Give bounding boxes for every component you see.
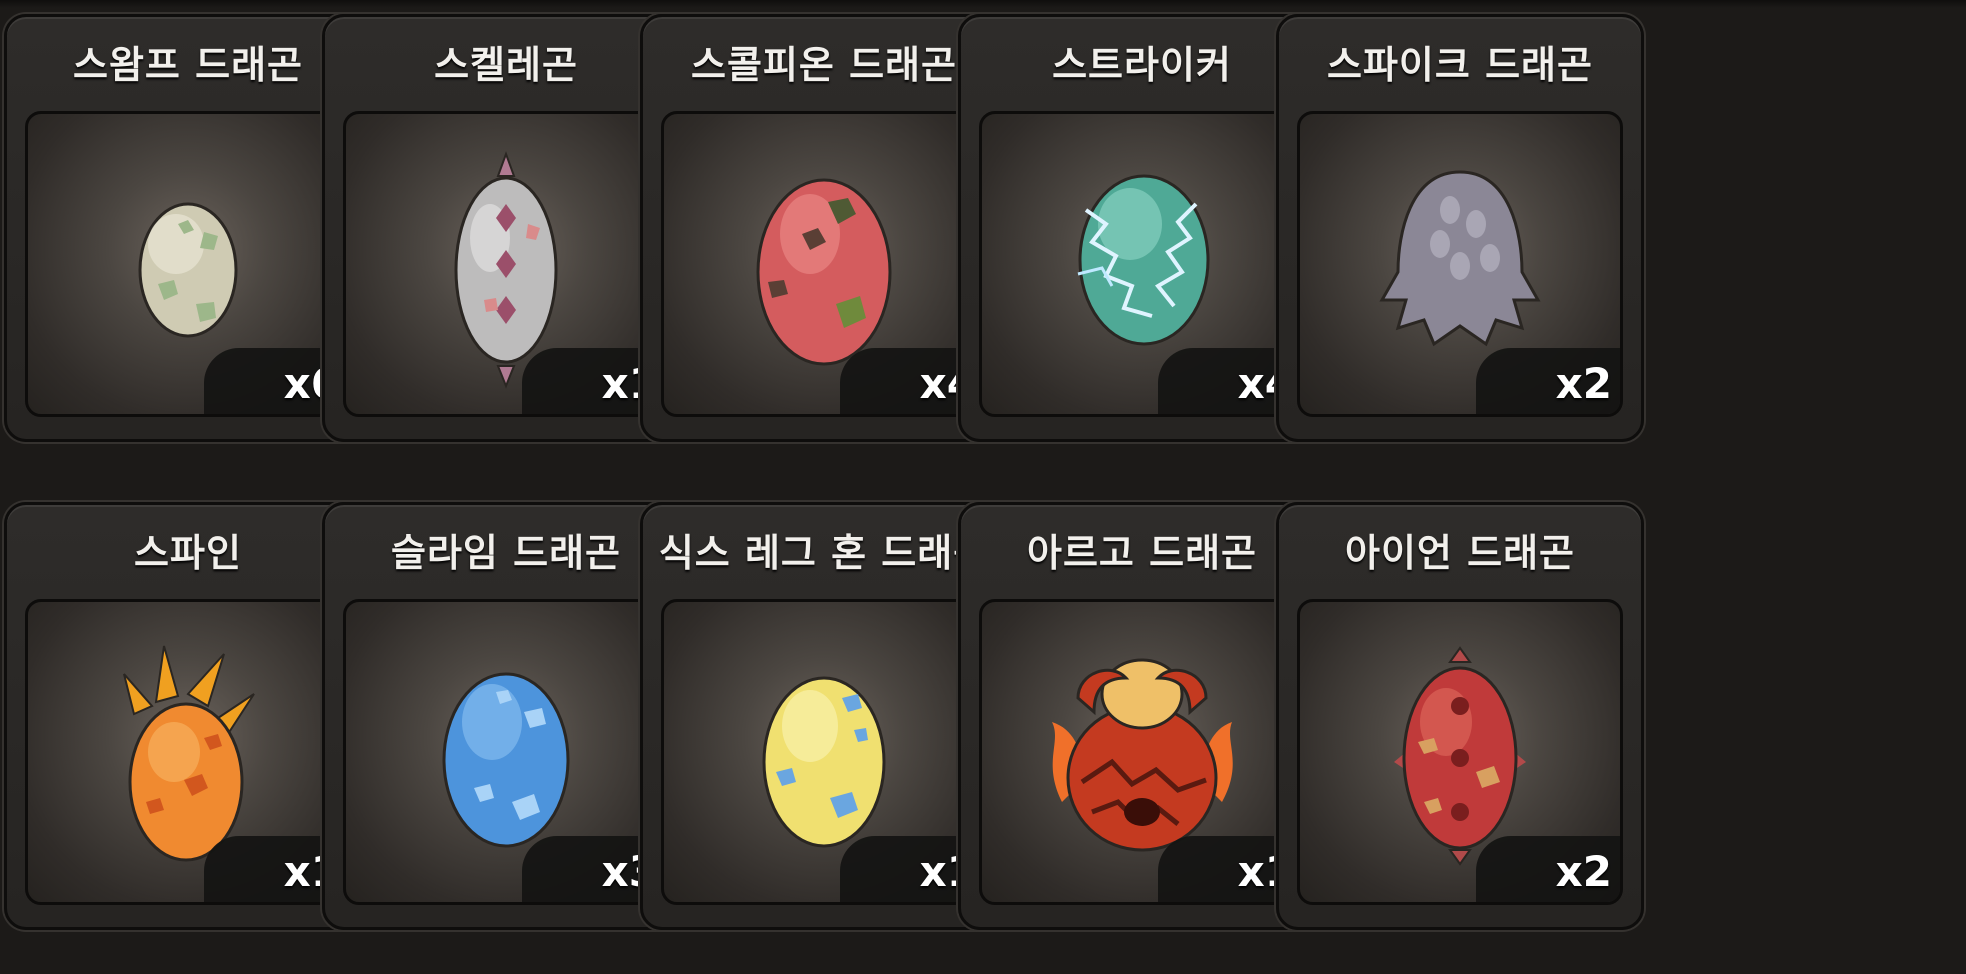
egg-slot[interactable]: x1 [25, 599, 351, 905]
egg-slot[interactable]: x6 [25, 111, 351, 417]
egg-name: 스파인 [134, 531, 242, 575]
egg-name: 아이언 드래곤 [1345, 531, 1575, 575]
egg-slot[interactable]: x4 [661, 111, 987, 417]
egg-card-striker[interactable]: 스트라이커 x4 [958, 14, 1326, 442]
egg-name: 스콜피온 드래곤 [691, 43, 957, 87]
egg-card-swamp-dragon[interactable]: 스왐프 드래곤 x6 [4, 14, 372, 442]
egg-slot[interactable]: x2 [1297, 111, 1623, 417]
egg-count: x2 [1555, 359, 1612, 408]
egg-card-scorpion-dragon[interactable]: 스콜피온 드래곤 x4 [640, 14, 1008, 442]
egg-name: 스왐프 드래곤 [73, 43, 303, 87]
egg-name: 스켈레곤 [434, 43, 578, 87]
egg-name: 스트라이커 [1052, 43, 1232, 87]
egg-slot[interactable]: x4 [979, 111, 1305, 417]
egg-card-six-leg-horn-dragon[interactable]: 식스 레그 혼 드래곤 x1 [640, 502, 1008, 930]
egg-name: 스파이크 드래곤 [1327, 43, 1593, 87]
count-badge: x2 [1476, 836, 1620, 902]
egg-card-argo-dragon[interactable]: 아르고 드래곤 x1 [958, 502, 1326, 930]
egg-name: 슬라임 드래곤 [391, 531, 621, 575]
egg-name: 식스 레그 혼 드래곤 [658, 531, 990, 575]
egg-inventory-grid: 스왐프 드래곤 x6 스켈레곤 x1 스콜피온 드래곤 x4 스트라이커 x4 … [0, 0, 1966, 974]
egg-slot[interactable]: x1 [979, 599, 1305, 905]
egg-card-spine[interactable]: 스파인 x1 [4, 502, 372, 930]
egg-card-slime-dragon[interactable]: 슬라임 드래곤 x3 [322, 502, 690, 930]
egg-slot[interactable]: x2 [1297, 599, 1623, 905]
egg-slot[interactable]: x1 [343, 111, 669, 417]
egg-card-skelegon[interactable]: 스켈레곤 x1 [322, 14, 690, 442]
egg-card-spike-dragon[interactable]: 스파이크 드래곤 x2 [1276, 14, 1644, 442]
count-badge: x2 [1476, 348, 1620, 414]
egg-name: 아르고 드래곤 [1027, 531, 1257, 575]
egg-slot[interactable]: x3 [343, 599, 669, 905]
egg-slot[interactable]: x1 [661, 599, 987, 905]
egg-count: x2 [1555, 847, 1612, 896]
egg-card-iron-dragon[interactable]: 아이언 드래곤 x2 [1276, 502, 1644, 930]
